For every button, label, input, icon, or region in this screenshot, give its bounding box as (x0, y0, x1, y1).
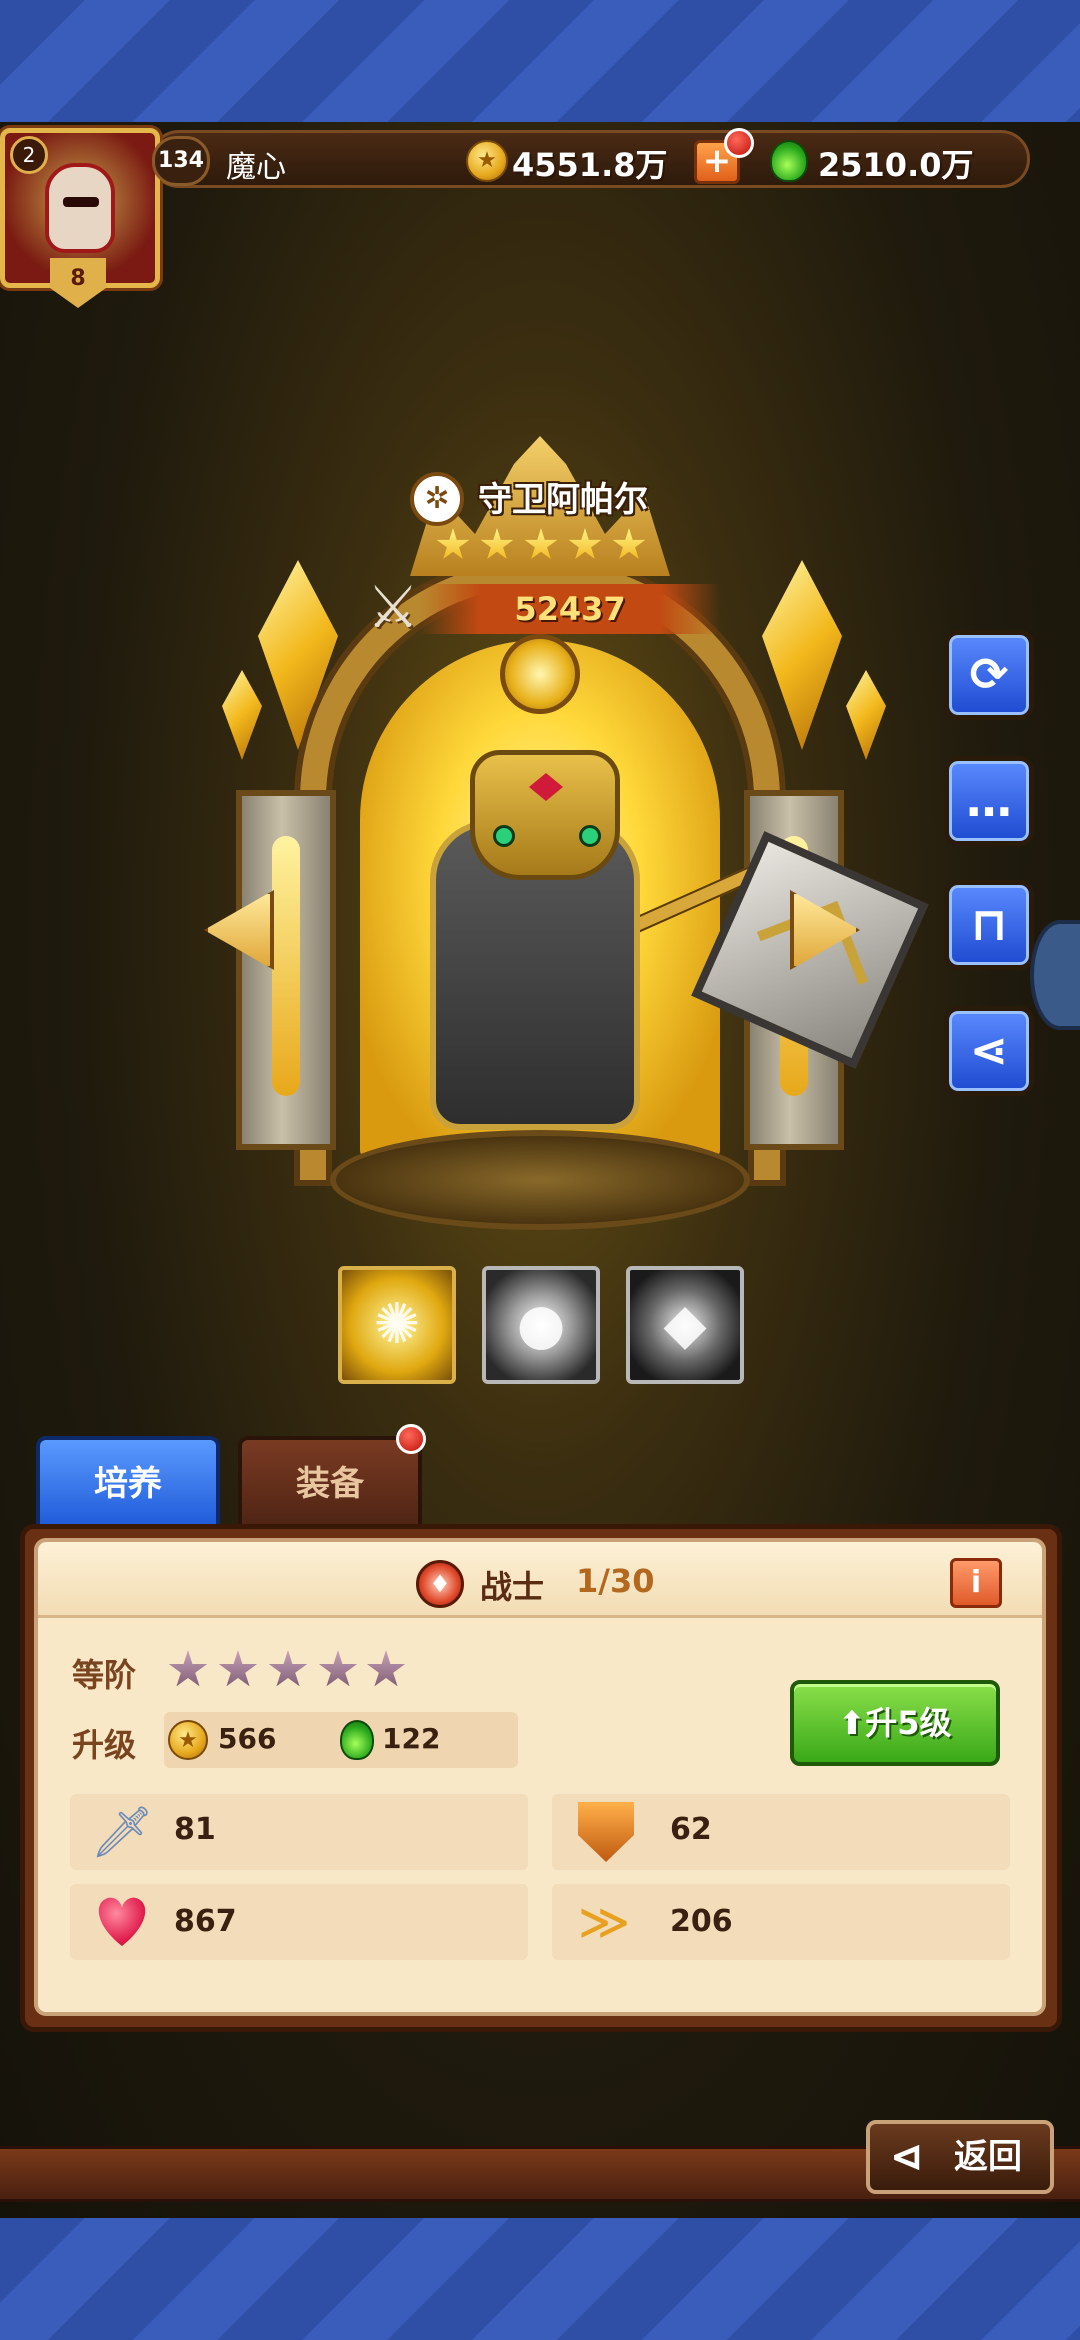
share-button[interactable]: ⋖ (944, 1006, 1034, 1096)
skill-slot-3[interactable]: ◆ (626, 1266, 744, 1384)
class-progress: 1/30 (576, 1562, 655, 1600)
tab-equip[interactable]: 装备 (238, 1436, 422, 1528)
arch-medal (500, 634, 580, 714)
upgrade-button-label: 升5级 (865, 1704, 952, 1742)
star-icon (568, 528, 602, 559)
lightning-skill-icon: ✺ (373, 1292, 421, 1357)
player-name: 魔心 (226, 150, 286, 185)
info-button[interactable]: i (950, 1558, 1002, 1608)
potion-cost: 122 (382, 1722, 441, 1755)
crossed-swords-icon: ⚔ (367, 573, 419, 641)
notification-dot (724, 128, 754, 158)
hero-eye-left (493, 825, 515, 847)
comment-button[interactable]: … (944, 756, 1034, 846)
equip-notification-dot (396, 1424, 426, 1454)
top-background (0, 0, 1080, 122)
hero-pedestal (330, 1130, 750, 1230)
star-icon (436, 528, 470, 559)
wing-icon: ≫ (577, 1893, 631, 1951)
back-button-label: 返回 (954, 2137, 1022, 2177)
star-icon (612, 528, 646, 559)
gold-cost: 566 (218, 1722, 277, 1755)
star-icon (524, 528, 558, 559)
back-button[interactable]: ⊲ 返回 (866, 2120, 1054, 2194)
warrior-class-icon: ♦ (416, 1560, 464, 1608)
defense-value: 62 (670, 1812, 712, 1847)
tab-train[interactable]: 培养 (36, 1436, 220, 1528)
player-level: 134 (152, 136, 210, 186)
green-potion-icon (770, 140, 808, 182)
attack-value: 81 (174, 1812, 216, 1847)
hero-helmet (470, 750, 620, 880)
upgrade-button[interactable]: ⬆升5级 (790, 1680, 1000, 1766)
power-value: 52437 (420, 584, 720, 634)
vip-badge: 2 (10, 136, 48, 174)
grade-label: 等阶 (72, 1656, 137, 1694)
hero-name: 守卫阿帕尔 (478, 480, 648, 520)
sword-icon: 🗡 (90, 1803, 154, 1861)
class-name: 战士 (480, 1568, 545, 1606)
faction-icon: ✲ (410, 472, 464, 526)
speed-value: 206 (670, 1904, 733, 1939)
pillar-left (236, 790, 336, 1150)
star-icon (480, 528, 514, 559)
gold-coin-icon: ★ (168, 1720, 208, 1760)
helmet-icon (45, 163, 115, 253)
hero-stars (436, 528, 646, 562)
gold-coin-icon: ★ (466, 140, 508, 182)
back-arrow-icon: ⊲ (890, 2134, 924, 2180)
gold-amount: 4551.8万 (512, 146, 668, 184)
crystal-skill-icon: ◆ (663, 1292, 707, 1357)
hero-eye-right (579, 825, 601, 847)
up-arrow-icon: ⬆ (838, 1704, 866, 1742)
green-potion-icon (340, 1720, 374, 1760)
skill-slot-1[interactable]: ✺ (338, 1266, 456, 1384)
upgrade-label: 升级 (72, 1726, 137, 1764)
hp-value: 867 (174, 1904, 237, 1939)
refresh-button[interactable]: ⟳ (944, 630, 1034, 720)
orb-skill-icon: ● (516, 1292, 566, 1357)
potion-amount: 2510.0万 (818, 146, 974, 184)
bottom-background (0, 2218, 1080, 2340)
lock-button[interactable]: ⊓ (944, 880, 1034, 970)
skill-slot-2[interactable]: ● (482, 1266, 600, 1384)
